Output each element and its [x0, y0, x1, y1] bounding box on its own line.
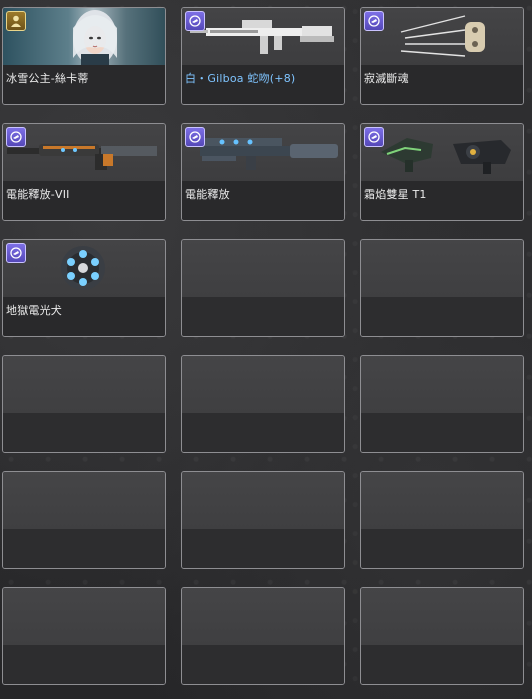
slot-image-area: [182, 240, 344, 297]
inventory-slot-empty[interactable]: [360, 355, 524, 453]
inventory-slot-empty[interactable]: [2, 355, 166, 453]
slot-label-area: [3, 413, 165, 452]
slot-label-area: [361, 297, 523, 336]
slot-label-area: [182, 645, 344, 684]
pistol-icon: [6, 243, 26, 263]
slot-label-area: [3, 645, 165, 684]
assault-rifle-image: [190, 20, 334, 54]
pistol-icon: [6, 127, 26, 147]
item-name: 白・Gilboa 蛇吻(+8): [185, 72, 296, 85]
inventory-slot-empty[interactable]: [360, 239, 524, 337]
inventory-slot-weapon[interactable]: 電能釋放-VII: [2, 123, 166, 221]
inventory-slot-empty[interactable]: [181, 587, 345, 685]
inventory-slot-empty[interactable]: [181, 239, 345, 337]
slot-image-area: [3, 472, 165, 529]
energy-rifle-long-image: [7, 144, 157, 170]
person-icon: [6, 11, 26, 31]
slot-label-area: [182, 529, 344, 568]
slot-image-area: [361, 356, 523, 413]
dual-pistols-image: [381, 138, 511, 174]
slot-image-area: [3, 356, 165, 413]
slot-label-area: [361, 413, 523, 452]
slot-image-area: [182, 356, 344, 413]
inventory-slot-empty[interactable]: [2, 471, 166, 569]
inventory-slot-empty[interactable]: [360, 471, 524, 569]
slot-image-area: [3, 588, 165, 645]
slot-label-area: [182, 297, 344, 336]
inventory-slot-weapon[interactable]: 電能釋放: [181, 123, 345, 221]
item-name: 冰雪公主-絲卡蒂: [6, 72, 89, 85]
slot-image-area: [361, 588, 523, 645]
sphere-grenade-image: [61, 246, 105, 290]
slot-image-area: [182, 472, 344, 529]
slot-image-area: [361, 240, 523, 297]
item-name: 地獄電光犬: [6, 304, 62, 317]
energy-rifle-image: [200, 138, 338, 170]
slot-image-area: [361, 472, 523, 529]
slot-label-area: [361, 645, 523, 684]
slot-label-area: [182, 413, 344, 452]
inventory-slot-empty[interactable]: [360, 587, 524, 685]
slot-label-area: [3, 529, 165, 568]
inventory-slot-weapon[interactable]: 霜焰雙星 T1: [360, 123, 524, 221]
inventory-slot-weapon[interactable]: 地獄電光犬: [2, 239, 166, 337]
slot-image-area: [182, 588, 344, 645]
inventory-slot-empty[interactable]: [2, 587, 166, 685]
slot-label-area: [361, 529, 523, 568]
inventory-slot-weapon[interactable]: 白・Gilboa 蛇吻(+8): [181, 7, 345, 105]
inventory-grid: 冰雪公主-絲卡蒂 白・Gilboa 蛇吻(+8) 寂滅斷魂 電能釋放-VII 電…: [2, 7, 532, 699]
item-name: 電能釋放: [185, 188, 230, 201]
item-name: 電能釋放-VII: [6, 188, 70, 201]
inventory-slot-empty[interactable]: [181, 355, 345, 453]
claw-knuckles-image: [400, 15, 485, 57]
inventory-slot-empty[interactable]: [181, 471, 345, 569]
pistol-icon: [364, 11, 384, 31]
inventory-slot-character[interactable]: 冰雪公主-絲卡蒂: [2, 7, 166, 105]
character-portrait: [3, 8, 165, 66]
item-name: 寂滅斷魂: [364, 72, 409, 85]
pistol-icon: [185, 11, 205, 31]
pistol-icon: [364, 127, 384, 147]
inventory-slot-weapon[interactable]: 寂滅斷魂: [360, 7, 524, 105]
item-name: 霜焰雙星 T1: [364, 188, 427, 201]
pistol-icon: [185, 127, 205, 147]
